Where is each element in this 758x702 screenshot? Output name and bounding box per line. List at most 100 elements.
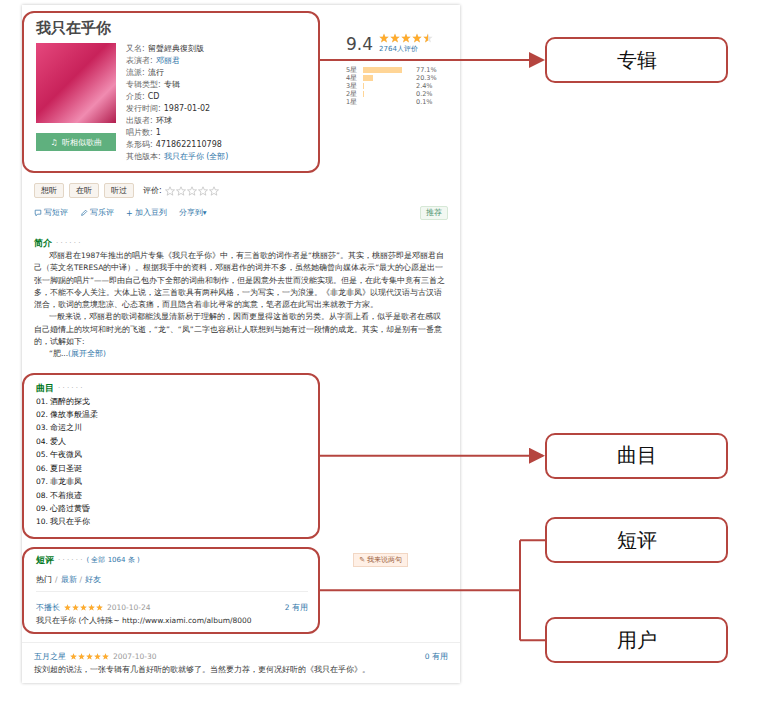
action-label: 加入豆列 — [135, 208, 167, 218]
album-callout: 专辑 — [545, 37, 728, 83]
star-icon — [88, 604, 95, 611]
tracks-connector — [320, 455, 543, 457]
pencil-icon: ✎ — [359, 555, 365, 565]
bar-track — [363, 75, 413, 81]
review-item: 五月之星2007-10-300 有用按刘超的说法，一张专辑有几首好听的歌就够了。… — [22, 642, 460, 675]
rating-bar-row: 1星0.1% — [346, 98, 448, 106]
filter-tab[interactable]: 热门 — [36, 575, 52, 585]
useful-count[interactable]: 0 有用 — [425, 651, 448, 662]
star-icon — [423, 33, 433, 43]
review-meta: 不播长2010-10-242 有用 — [36, 602, 308, 613]
album-details: ♫听相似歌曲又名:留聲經典復刻版表演者:邓丽君流派:流行专辑类型:专辑介质:CD… — [36, 43, 308, 163]
album-header: 我只在乎你♫听相似歌曲又名:留聲經典復刻版表演者:邓丽君流派:流行专辑类型:专辑… — [22, 11, 448, 173]
star-icon — [64, 604, 71, 611]
review-user[interactable]: 不播长 — [36, 602, 60, 613]
empty-star-icon[interactable] — [176, 186, 186, 196]
track-item: 07. 非龙非凤 — [36, 475, 308, 488]
info-value: 环球 — [156, 116, 172, 125]
intro-paragraph: 邓丽君在1987年推出的唱片专集《我只在乎你》中，有三首歌的词作者是“桃丽莎”。… — [34, 250, 448, 311]
rating-score: 9.4 — [346, 34, 373, 54]
score-side: 2764人评价 — [379, 33, 433, 54]
bar-fill — [363, 67, 402, 73]
review-user[interactable]: 五月之星 — [34, 651, 66, 662]
star-icon — [390, 33, 400, 43]
album-page: 我只在乎你♫听相似歌曲又名:留聲經典復刻版表演者:邓丽君流派:流行专辑类型:专辑… — [22, 5, 460, 683]
empty-star-icon[interactable] — [187, 186, 197, 196]
rating-count[interactable]: 2764人评价 — [379, 44, 433, 54]
status-button[interactable]: 想听 — [34, 183, 64, 198]
album-section: 我只在乎你♫听相似歌曲又名:留聲經典復刻版表演者:邓丽君流派:流行专辑类型:专辑… — [22, 11, 320, 173]
info-label: 发行时间: — [126, 104, 161, 113]
annotated-page: 我只在乎你♫听相似歌曲又名:留聲經典復刻版表演者:邓丽君流派:流行专辑类型:专辑… — [0, 0, 758, 702]
star-icon — [96, 604, 103, 611]
info-label: 出版者: — [126, 116, 153, 125]
bar-reading: 77.1% — [416, 66, 437, 74]
info-line: 又名:留聲經典復刻版 — [126, 43, 229, 55]
empty-star-icon[interactable] — [198, 186, 208, 196]
track-item: 09. 心路过黄昏 — [36, 502, 308, 515]
info-line: 专辑类型:专辑 — [126, 79, 229, 91]
rating-bar-row: 3星2.4% — [346, 82, 448, 90]
star-icon — [379, 33, 389, 43]
bar-reading: 0.2% — [416, 90, 433, 98]
expand-link[interactable]: (展开全部) — [68, 349, 106, 358]
empty-star-icon[interactable] — [209, 186, 219, 196]
info-value: 流行 — [148, 68, 164, 77]
review-text: 我只在乎你 (个人特殊~ http://www.xiami.com/album/… — [36, 615, 308, 626]
rating-panel: 9.42764人评价5星77.1%4星20.3%3星2.4%2星0.2%1星0.… — [320, 11, 448, 106]
filter-tab[interactable]: 最新 — [61, 575, 77, 585]
useful-count[interactable]: 2 有用 — [285, 602, 308, 613]
status-row: 想听在听听过评价: — [22, 183, 448, 198]
intro-section: 简介· · · · · ·邓丽君在1987年推出的唱片专集《我只在乎你》中，有三… — [22, 236, 448, 361]
track-item: 04. 爱人 — [36, 435, 308, 448]
listen-similar-label: 听相似歌曲 — [62, 137, 102, 148]
action-link[interactable]: 分享到▾ — [179, 208, 207, 218]
status-button[interactable]: 在听 — [69, 183, 99, 198]
reviews-section: 短评· · · · · ·( 全部 1064 条 )✎我来说两句热门/最新/好友… — [22, 547, 320, 634]
info-value: 1 — [156, 128, 161, 137]
action-link[interactable]: 写短评 — [34, 208, 68, 218]
star-icon — [401, 33, 411, 43]
action-label: 写乐评 — [90, 208, 114, 218]
music-note-icon: ♫ — [50, 138, 57, 147]
write-review-button[interactable]: ✎我来说两句 — [353, 553, 408, 567]
action-link[interactable]: 写乐评 — [80, 208, 114, 218]
rating-stars — [379, 33, 433, 43]
review-meta: 五月之星2007-10-300 有用 — [34, 651, 448, 662]
info-value[interactable]: 邓丽君 — [156, 56, 180, 65]
info-line: 唱片数:1 — [126, 127, 229, 139]
info-value: 1987-01-02 — [164, 104, 211, 113]
bar-fill — [363, 91, 364, 97]
review-filters: 热门/最新/好友 — [36, 575, 308, 585]
reviews-connector — [320, 540, 545, 640]
action-link[interactable]: +加入豆列 — [126, 208, 167, 218]
album-info: 又名:留聲經典復刻版表演者:邓丽君流派:流行专辑类型:专辑介质:CD发行时间:1… — [126, 43, 229, 163]
listen-similar-button[interactable]: ♫ 听相似歌曲 — [36, 133, 116, 151]
info-value: 留聲經典復刻版 — [148, 44, 204, 53]
tracks-heading: 曲目· · · · · · — [36, 381, 308, 395]
star-icon — [412, 33, 422, 43]
track-item: 02. 像故事般温柔 — [36, 408, 308, 421]
rating-gap — [346, 54, 448, 66]
star-icon — [80, 604, 87, 611]
empty-star-icon[interactable] — [165, 186, 175, 196]
filter-tab[interactable]: 好友 — [85, 575, 101, 585]
score-row: 9.4 2764人评价 — [346, 33, 448, 54]
info-line: 出版者:环球 — [126, 115, 229, 127]
info-value: 专辑 — [164, 80, 180, 89]
status-button[interactable]: 听过 — [104, 183, 134, 198]
reviews-total[interactable]: ( 全部 1064 条 ) — [86, 553, 139, 567]
star-icon — [78, 653, 85, 660]
star-icon — [102, 653, 109, 660]
rating-bar-row: 5星 77.1% — [346, 66, 448, 74]
intro-more: “肥...(展开全部) — [34, 348, 448, 360]
track-item: 05. 午夜微风 — [36, 448, 308, 461]
track-item: 10. 我只在乎你 — [36, 515, 308, 528]
info-value[interactable]: 我只在乎你 (全部) — [164, 152, 229, 161]
info-line: 其他版本:我只在乎你 (全部) — [126, 151, 229, 163]
bar-label: 5星 — [346, 66, 360, 74]
recommend-button[interactable]: 推荐 — [420, 206, 448, 220]
bar-reading: 20.3% — [416, 74, 437, 82]
plus-icon: + — [126, 209, 133, 218]
album-cover[interactable] — [36, 43, 116, 123]
